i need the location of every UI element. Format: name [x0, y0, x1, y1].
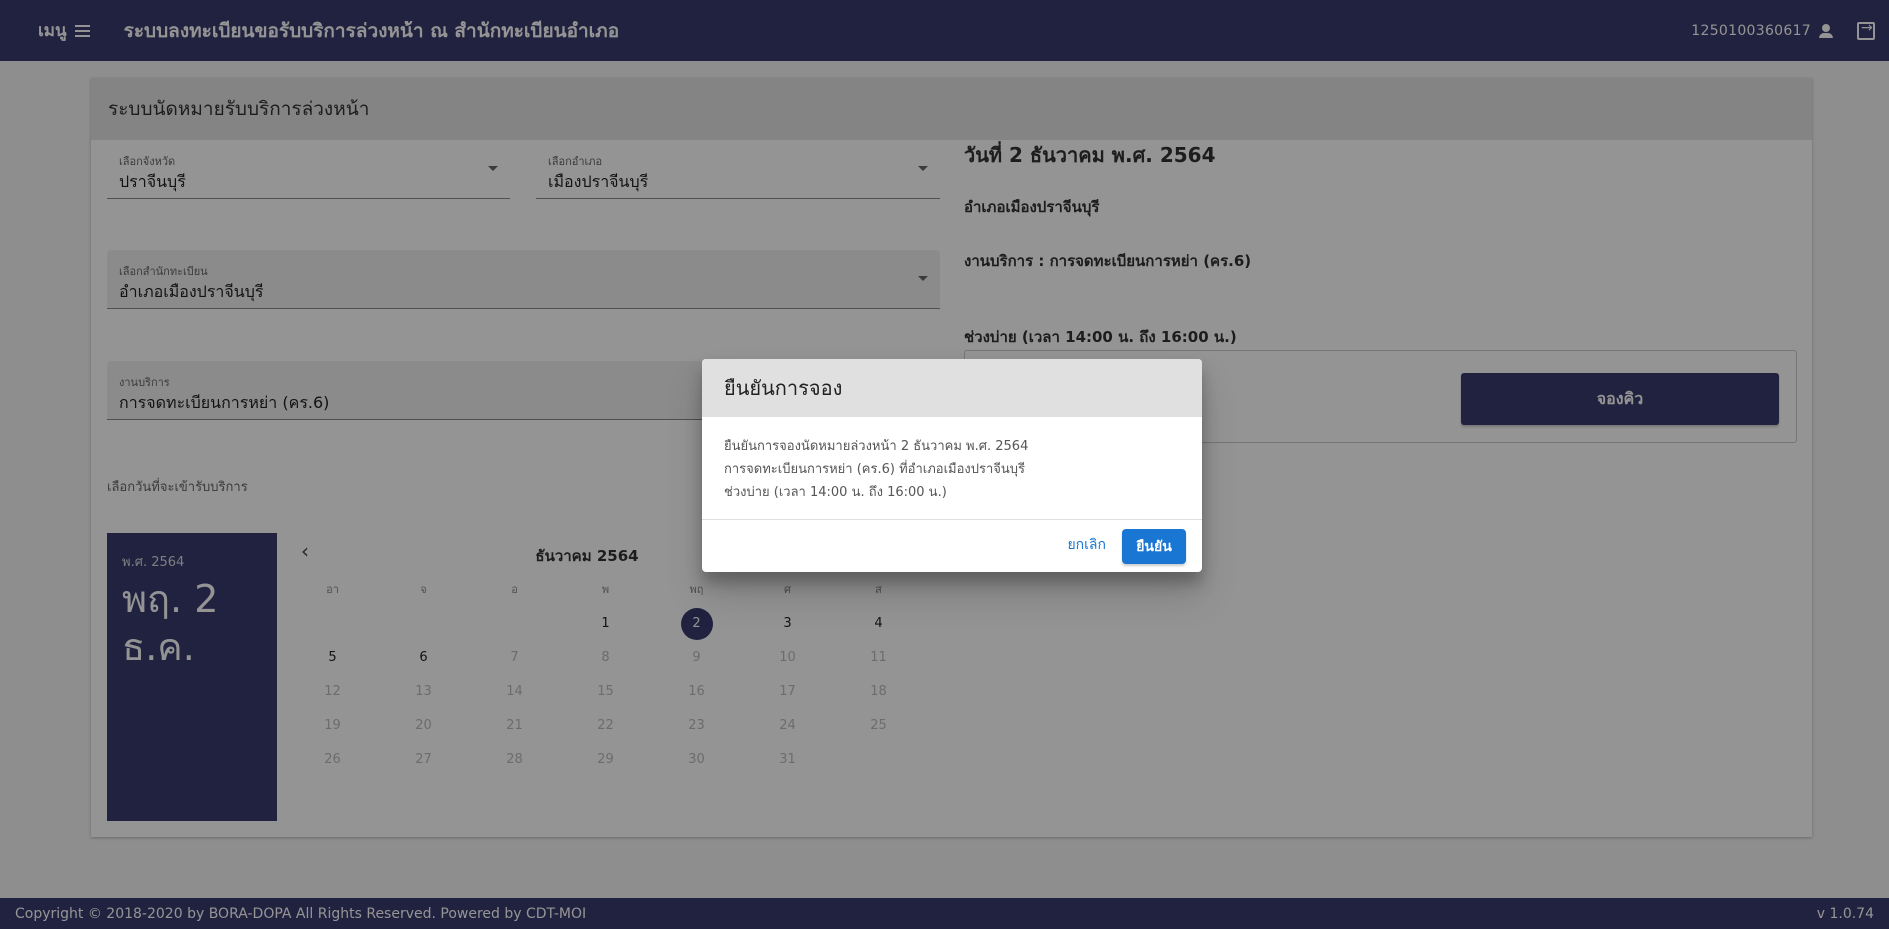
confirm-button[interactable]: ยืนยัน — [1122, 529, 1186, 564]
dialog-title: ยืนยันการจอง — [702, 359, 1202, 417]
dialog-line-service: การจดทะเบียนการหย่า (คร.6) ที่อำเภอเมือง… — [724, 462, 1026, 477]
dialog-line-date: ยืนยันการจองนัดหมายล่วงหน้า 2 ธันวาคม พ.… — [724, 439, 1029, 454]
dialog-line-slot: ช่วงบ่าย (เวลา 14:00 น. ถึง 16:00 น.) — [724, 485, 947, 500]
cancel-button[interactable]: ยกเลิก — [1067, 534, 1106, 556]
dialog-actions: ยกเลิก ยืนยัน — [702, 520, 1202, 572]
confirm-booking-dialog: ยืนยันการจอง ยืนยันการจองนัดหมายล่วงหน้า… — [702, 359, 1202, 572]
dialog-body: ยืนยันการจองนัดหมายล่วงหน้า 2 ธันวาคม พ.… — [702, 417, 1202, 520]
